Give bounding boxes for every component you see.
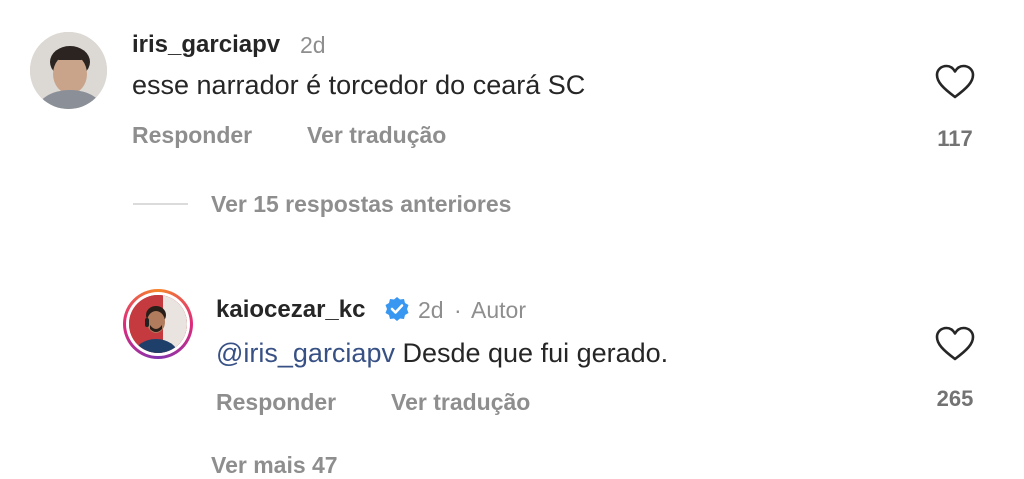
avatar[interactable] — [123, 289, 193, 359]
reply-timestamp: 2d — [418, 297, 444, 323]
heart-icon — [935, 64, 975, 99]
view-more-replies-button[interactable]: Ver mais 47 — [211, 452, 338, 479]
see-translation-button[interactable]: Ver tradução — [307, 122, 446, 149]
replies-divider — [133, 203, 188, 205]
like-count: 117 — [937, 126, 973, 151]
reply-button[interactable]: Responder — [216, 389, 336, 416]
reply-username[interactable]: kaiocezar_kc — [216, 296, 365, 324]
reply-button[interactable]: Responder — [132, 122, 252, 149]
verified-badge-icon — [384, 296, 410, 322]
reply-body: Desde que fui gerado. — [394, 338, 669, 368]
comment-timestamp: 2d — [300, 32, 326, 58]
meta-separator: · — [454, 297, 462, 323]
profile-photo-icon — [129, 295, 187, 353]
profile-photo-icon — [30, 32, 107, 109]
avatar[interactable] — [30, 32, 107, 109]
comment-text: esse narrador é torcedor do ceará SC — [132, 70, 586, 100]
mention-link[interactable]: @iris_garciapv — [216, 338, 395, 368]
view-previous-replies-button[interactable]: Ver 15 respostas anteriores — [211, 191, 511, 218]
like-button[interactable] — [935, 326, 975, 362]
like-button[interactable] — [935, 64, 975, 100]
heart-icon — [935, 326, 975, 361]
like-count: 265 — [936, 386, 974, 411]
comment-username[interactable]: iris_garciapv — [132, 31, 280, 59]
see-translation-button[interactable]: Ver tradução — [391, 389, 530, 416]
author-badge: Autor — [471, 297, 526, 323]
reply-text: @iris_garciapv Desde que fui gerado. — [216, 338, 668, 369]
